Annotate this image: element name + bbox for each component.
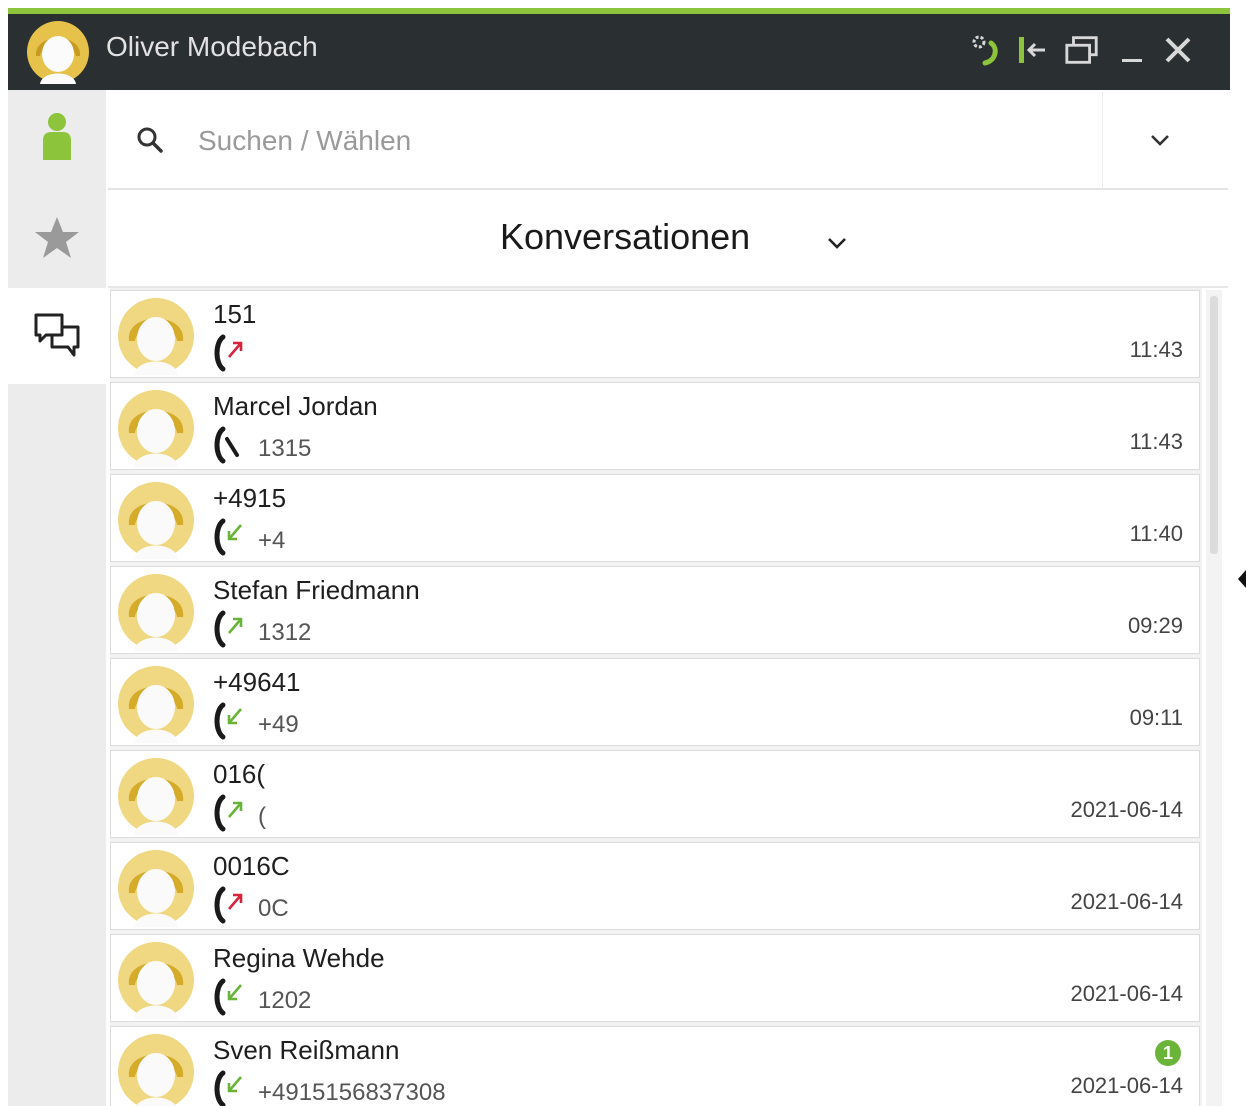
conversation-time: 11:43 [1129,429,1183,454]
contact-name: Regina Wehde [213,943,385,973]
conversation-time: 2021-06-14 [1070,797,1183,822]
search-options-button[interactable] [1130,122,1190,158]
conversation-time: 11:40 [1129,521,1183,546]
conversation-time: 2021-06-14 [1070,981,1183,1006]
contact-avatar [117,757,195,835]
search-bar [108,92,1228,190]
phone-settings-icon [972,35,998,66]
phone-settings-button[interactable] [968,32,1004,68]
contact-name: 016( [213,759,266,789]
dock-icon [1019,37,1045,63]
phone-icon [213,425,247,465]
contact-number: 1312 [258,619,312,646]
contact-name: +4915 [213,483,287,513]
contact-avatar [117,573,195,651]
conversation-time: 2021-06-14 [1070,889,1183,914]
conversation-row[interactable]: Marcel Jordan 1315 11:43 [110,382,1200,470]
conversation-row[interactable]: Sven Reißmann +4915156837308 1 2021-06-14 [110,1026,1200,1106]
minimize-button[interactable] [1114,32,1150,68]
conversation-row[interactable]: +4915 +4 11:40 [110,474,1200,562]
minimize-icon [1122,59,1142,62]
contact-avatar [117,481,195,559]
title-bar: Oliver Modebach [8,14,1230,90]
close-button[interactable] [1160,32,1196,68]
contact-name: 151 [213,299,257,329]
unread-badge: 1 [1155,1040,1181,1066]
restore-button[interactable] [1064,32,1100,68]
conversation-row[interactable]: 0016C 0C 2021-06-14 [110,842,1200,930]
outgoing-call-icon [213,609,247,649]
outgoing-call-icon [213,793,247,833]
contact-number: 1315 [258,435,312,462]
chat-icon [34,313,80,357]
sidebar [8,90,106,1106]
contact-number: 0C [258,895,289,922]
restore-icon [1065,36,1098,64]
contact-avatar [117,389,195,467]
contact-name: +49641 [213,667,301,697]
contact-avatar [117,941,195,1019]
conversation-list: 151 11:43 Marcel Jordan 1315 11:43 +4915 +4 11:… [110,288,1202,1106]
sidebar-item-favorites[interactable] [8,190,106,286]
search-button[interactable] [108,92,192,188]
incoming-call-icon [213,701,247,741]
contact-name: Marcel Jordan [213,391,378,421]
scrollbar[interactable] [1206,290,1222,1106]
incoming-call-icon [213,977,247,1017]
conversation-row[interactable]: 151 11:43 [110,290,1200,378]
conversation-time: 11:43 [1129,337,1183,362]
star-icon [35,217,79,258]
contact-number: +49 [258,711,299,738]
contact-number: ( [258,803,266,830]
panel-edge [1230,8,1246,1106]
contact-name: Sven Reißmann [213,1035,400,1065]
person-icon [43,113,71,160]
contact-name: Stefan Friedmann [213,575,420,605]
contact-number: 1202 [258,987,312,1014]
conversation-time: 2021-06-14 [1070,1073,1183,1098]
conversation-row[interactable]: Stefan Friedmann 1312 09:29 [110,566,1200,654]
contact-number: +4915156837308 [258,1079,446,1106]
contact-name: 0016C [213,851,290,881]
search-input[interactable] [196,92,1100,190]
conversation-row[interactable]: +49641 +49 09:11 [110,658,1200,746]
contact-avatar [117,297,195,375]
outgoing-call-icon [213,885,247,925]
conversation-time: 09:11 [1129,705,1183,730]
conversations-header: Konversationen [108,190,1228,288]
chevron-down-icon [828,238,846,249]
sidebar-item-conversations[interactable] [8,288,106,384]
contact-avatar [117,1033,195,1106]
search-divider [1102,92,1103,188]
contact-number: +4 [258,527,286,554]
outgoing-call-icon [213,333,247,373]
close-icon [1165,37,1191,63]
collapse-handle[interactable] [1238,570,1246,588]
conversation-row[interactable]: Regina Wehde 1202 2021-06-14 [110,934,1200,1022]
conversation-time: 09:29 [1127,613,1183,638]
user-avatar[interactable] [26,20,90,84]
view-selector-button[interactable] [820,228,854,258]
conversation-row[interactable]: 016( (2021-06-14 [110,750,1200,838]
scrollbar-thumb[interactable] [1210,296,1218,554]
incoming-call-icon [213,1069,247,1106]
incoming-call-icon [213,517,247,557]
dock-button[interactable] [1014,32,1050,68]
contact-avatar [117,665,195,743]
page-title[interactable]: Konversationen [500,216,750,258]
sidebar-item-contacts[interactable] [8,90,106,186]
search-icon [137,127,163,153]
chevron-down-icon [1151,135,1169,146]
window-title: Oliver Modebach [106,31,318,62]
contact-avatar [117,849,195,927]
